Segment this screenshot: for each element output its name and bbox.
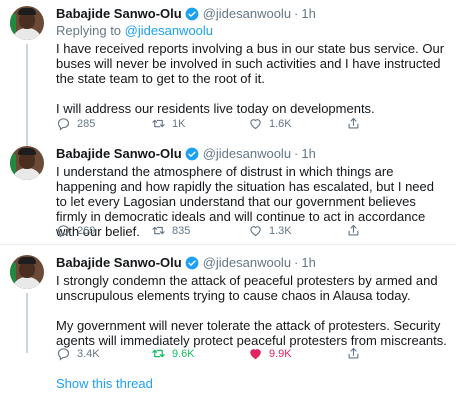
tweet-paragraph: I have received reports involving a bus … xyxy=(56,41,445,86)
reply-count: 285 xyxy=(77,117,96,130)
reply-count: 269 xyxy=(77,224,96,237)
share-button[interactable] xyxy=(346,223,367,238)
timestamp[interactable]: 1h xyxy=(301,255,315,271)
like-count: 9.9K xyxy=(269,347,292,360)
show-thread-link[interactable]: Show this thread xyxy=(56,376,153,391)
reply-count: 3.4K xyxy=(77,347,100,360)
retweet-count: 9.6K xyxy=(172,347,195,360)
replying-to-label: Replying to xyxy=(56,23,125,38)
tweet-2[interactable]: Babajide Sanwo-Olu @jidesanwoolu · 1h I … xyxy=(0,140,456,245)
like-icon xyxy=(250,349,261,360)
retweet-button[interactable]: 1K xyxy=(151,116,185,131)
like-icon xyxy=(250,226,261,237)
retweet-button[interactable]: 835 xyxy=(151,223,190,238)
verified-badge-icon xyxy=(185,147,199,161)
reply-button[interactable]: 285 xyxy=(56,116,95,131)
replying-to: Replying to @jidesanwoolu xyxy=(56,23,448,39)
retweet-icon xyxy=(152,119,165,128)
reply-icon xyxy=(57,225,70,238)
thread-connector xyxy=(26,44,28,140)
author-name[interactable]: Babajide Sanwo-Olu xyxy=(56,146,182,162)
author-handle[interactable]: @jidesanwoolu xyxy=(203,6,291,22)
like-button[interactable]: 1.3K xyxy=(248,223,292,238)
author-handle[interactable]: @jidesanwoolu xyxy=(203,255,291,271)
author-name[interactable]: Babajide Sanwo-Olu xyxy=(56,255,182,271)
tweet-paragraph: I strongly condemn the attack of peacefu… xyxy=(56,273,438,303)
tweet-paragraph: I will address our residents live today … xyxy=(56,101,375,116)
author-handle[interactable]: @jidesanwoolu xyxy=(203,146,291,162)
share-icon xyxy=(348,224,359,236)
share-button[interactable] xyxy=(346,346,367,361)
timestamp[interactable]: 1h xyxy=(301,146,315,162)
tweet-3[interactable]: Babajide Sanwo-Olu @jidesanwoolu · 1h I … xyxy=(0,246,456,396)
tweet-paragraph: My government will never tolerate the at… xyxy=(56,318,447,348)
tweet-actions: 285 1K 1.6K xyxy=(56,116,446,132)
like-count: 1.6K xyxy=(269,117,292,130)
separator-dot: · xyxy=(294,6,299,21)
retweet-count: 1K xyxy=(172,117,186,130)
share-button[interactable] xyxy=(346,116,367,131)
reply-icon xyxy=(57,348,70,361)
separator-dot: · xyxy=(294,146,299,161)
like-count: 1.3K xyxy=(269,224,292,237)
reply-icon xyxy=(57,118,70,131)
separator-dot: · xyxy=(294,255,299,270)
like-button[interactable]: 9.9K xyxy=(248,346,292,361)
thread-connector xyxy=(26,293,28,353)
author-name[interactable]: Babajide Sanwo-Olu xyxy=(56,6,182,22)
retweet-icon xyxy=(152,226,165,235)
like-button[interactable]: 1.6K xyxy=(248,116,292,131)
replying-to-handle[interactable]: @jidesanwoolu xyxy=(125,23,213,38)
avatar[interactable] xyxy=(10,6,44,40)
verified-badge-icon xyxy=(185,256,199,270)
timestamp[interactable]: 1h xyxy=(301,6,315,22)
avatar[interactable] xyxy=(10,146,44,180)
tweet-actions: 269 835 1.3K xyxy=(56,223,446,239)
verified-badge-icon xyxy=(185,7,199,21)
tweet-text: I strongly condemn the attack of peacefu… xyxy=(56,273,448,348)
retweet-icon xyxy=(152,349,165,358)
avatar[interactable] xyxy=(10,255,44,289)
tweet-1[interactable]: Babajide Sanwo-Olu @jidesanwoolu · 1h Re… xyxy=(0,0,456,140)
reply-button[interactable]: 269 xyxy=(56,223,95,238)
reply-button[interactable]: 3.4K xyxy=(56,346,100,361)
like-icon xyxy=(250,119,261,130)
tweet-text: I have received reports involving a bus … xyxy=(56,41,448,116)
retweet-button[interactable]: 9.6K xyxy=(151,346,195,361)
retweet-count: 835 xyxy=(172,224,191,237)
tweet-actions: 3.4K 9.6K 9.9K xyxy=(56,346,446,362)
share-icon xyxy=(348,117,359,129)
share-icon xyxy=(348,347,359,359)
